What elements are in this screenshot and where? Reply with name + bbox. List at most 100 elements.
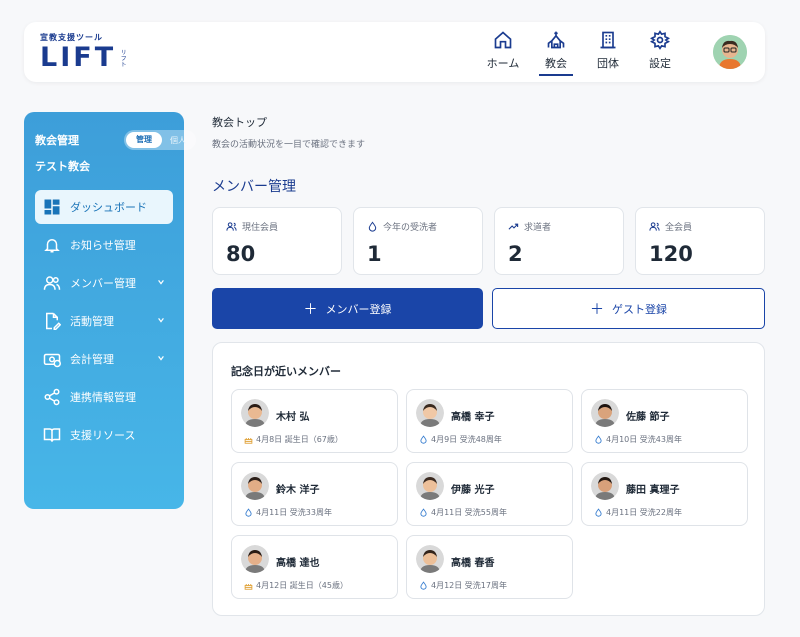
member-name: 伊藤 光子: [451, 485, 495, 496]
stat-label: 今年の受洗者: [383, 223, 438, 233]
church-icon: [547, 31, 565, 49]
building-icon: [600, 31, 616, 49]
member-anniversary: 4月12日 受洗17周年: [419, 580, 507, 591]
member-avatar: [416, 545, 444, 573]
member-card[interactable]: 佐藤 節子 4月10日 受洗43周年: [581, 389, 748, 453]
guest-register-button[interactable]: ＋ ゲスト登録: [492, 288, 765, 329]
chevron-down-icon[interactable]: [157, 316, 165, 324]
sidebar-item-label: 活動管理: [70, 315, 114, 328]
water-drop-icon: [595, 435, 602, 444]
water-drop-icon: [595, 508, 602, 517]
member-avatar: [241, 399, 269, 427]
stat-card-all-members[interactable]: 全会員 120: [635, 207, 765, 275]
member-anniversary-text: 4月12日 誕生日（45歳）: [256, 581, 348, 590]
sidebar-menu: ダッシュボード お知らせ管理 メンバー管理 活動管理 会計管理 連携情報管理 支…: [35, 190, 173, 456]
sidebar-item-accounting[interactable]: 会計管理: [35, 342, 173, 376]
money-icon: [43, 353, 61, 368]
stat-value: 120: [649, 242, 693, 266]
member-anniversary: 4月11日 受洗22周年: [594, 507, 682, 518]
member-name: 藤田 真理子: [626, 485, 680, 496]
church-name: テスト教会: [35, 160, 90, 173]
plus-icon: ＋: [303, 301, 318, 318]
member-name: 高橋 春香: [451, 558, 495, 569]
user-avatar[interactable]: [713, 35, 747, 69]
sidebar: 教会管理 管理 個人 テスト教会 ダッシュボード お知らせ管理 メンバー管理 活…: [24, 112, 196, 509]
chevron-down-icon[interactable]: [157, 278, 165, 286]
member-anniversary-text: 4月11日 受洗22周年: [606, 508, 682, 517]
water-drop-icon: [420, 508, 427, 517]
sidebar-item-dashboard[interactable]: ダッシュボード: [35, 190, 173, 224]
member-card[interactable]: 高橋 幸子 4月9日 受洗48周年: [406, 389, 573, 453]
stat-label: 現住会員: [242, 223, 279, 233]
member-anniversary-text: 4月11日 受洗55周年: [431, 508, 507, 517]
page-title: 教会トップ: [212, 116, 267, 129]
stat-value: 80: [226, 242, 256, 266]
member-card[interactable]: 鈴木 洋子 4月11日 受洗33周年: [231, 462, 398, 526]
nav-church[interactable]: 教会: [539, 30, 573, 76]
member-card[interactable]: 木村 弘 4月8日 誕生日（67歳）: [231, 389, 398, 453]
member-card[interactable]: 高橋 達也 4月12日 誕生日（45歳）: [231, 535, 398, 599]
sidebar-item-label: ダッシュボード: [70, 201, 147, 214]
nav-settings[interactable]: 設定: [643, 30, 677, 76]
logo-text: LIFT: [40, 42, 117, 73]
member-anniversary: 4月8日 誕生日（67歳）: [244, 434, 343, 445]
member-anniversary-text: 4月12日 受洗17周年: [431, 581, 507, 590]
member-avatar: [241, 545, 269, 573]
mode-toggle-admin[interactable]: 管理: [126, 132, 162, 148]
member-name: 鈴木 洋子: [276, 485, 320, 496]
cake-icon: [244, 438, 253, 444]
member-card[interactable]: 高橋 春香 4月12日 受洗17周年: [406, 535, 573, 599]
users-icon: [649, 222, 660, 231]
member-anniversary: 4月11日 受洗33周年: [244, 507, 332, 518]
stat-card-current-members[interactable]: 現住会員 80: [212, 207, 342, 275]
member-anniversary-text: 4月10日 受洗43周年: [606, 435, 682, 444]
sidebar-item-label: お知らせ管理: [70, 239, 136, 252]
member-anniversary: 4月11日 受洗55周年: [419, 507, 507, 518]
sidebar-item-activities[interactable]: 活動管理: [35, 304, 173, 338]
guest-register-label: ゲスト登録: [612, 302, 667, 316]
nav-home[interactable]: ホーム: [485, 30, 521, 76]
sidebar-item-integrations[interactable]: 連携情報管理: [35, 380, 173, 414]
member-register-button[interactable]: ＋ メンバー登録: [212, 288, 483, 329]
bell-icon: [44, 239, 60, 253]
member-avatar: [416, 472, 444, 500]
member-name: 高橋 達也: [276, 558, 320, 569]
sidebar-item-notices[interactable]: お知らせ管理: [35, 228, 173, 262]
member-register-label: メンバー登録: [325, 302, 392, 316]
member-name: 高橋 幸子: [451, 412, 495, 423]
logo-kana: リフト: [119, 49, 127, 67]
water-drop-icon: [245, 508, 252, 517]
section-title: メンバー管理: [212, 179, 296, 195]
member-avatar: [416, 399, 444, 427]
book-icon: [43, 428, 61, 442]
sidebar-item-label: メンバー管理: [70, 277, 136, 290]
water-drop-icon: [368, 221, 377, 232]
mode-toggle-personal[interactable]: 個人: [162, 135, 194, 146]
sidebar-item-members[interactable]: メンバー管理: [35, 266, 173, 300]
nav-organization[interactable]: 団体: [591, 30, 625, 76]
member-name: 佐藤 節子: [626, 412, 670, 423]
stat-value: 2: [508, 242, 523, 266]
member-avatar: [591, 472, 619, 500]
stat-label: 求道者: [524, 223, 552, 233]
app-logo[interactable]: 宣教支援ツール LIFT リフト: [40, 32, 126, 73]
chevron-down-icon[interactable]: [157, 354, 165, 362]
stat-value: 1: [367, 242, 382, 266]
member-anniversary: 4月10日 受洗43周年: [594, 434, 682, 445]
member-card[interactable]: 伊藤 光子 4月11日 受洗55周年: [406, 462, 573, 526]
gear-icon: [650, 30, 670, 50]
plus-icon: ＋: [590, 301, 604, 318]
mode-toggle[interactable]: 管理 個人: [124, 130, 196, 150]
sidebar-item-label: 支援リソース: [70, 429, 136, 442]
top-nav: ホーム 教会 団体 設定: [485, 30, 677, 76]
water-drop-icon: [420, 581, 427, 590]
sidebar-item-resources[interactable]: 支援リソース: [35, 418, 173, 452]
home-icon: [494, 31, 512, 49]
nav-home-label: ホーム: [486, 57, 520, 70]
sidebar-item-label: 連携情報管理: [70, 391, 136, 404]
sidebar-title: 教会管理: [35, 134, 79, 147]
member-card[interactable]: 藤田 真理子 4月11日 受洗22周年: [581, 462, 748, 526]
stat-card-seekers[interactable]: 求道者 2: [494, 207, 624, 275]
stat-card-baptisms[interactable]: 今年の受洗者 1: [353, 207, 483, 275]
member-avatar: [591, 399, 619, 427]
